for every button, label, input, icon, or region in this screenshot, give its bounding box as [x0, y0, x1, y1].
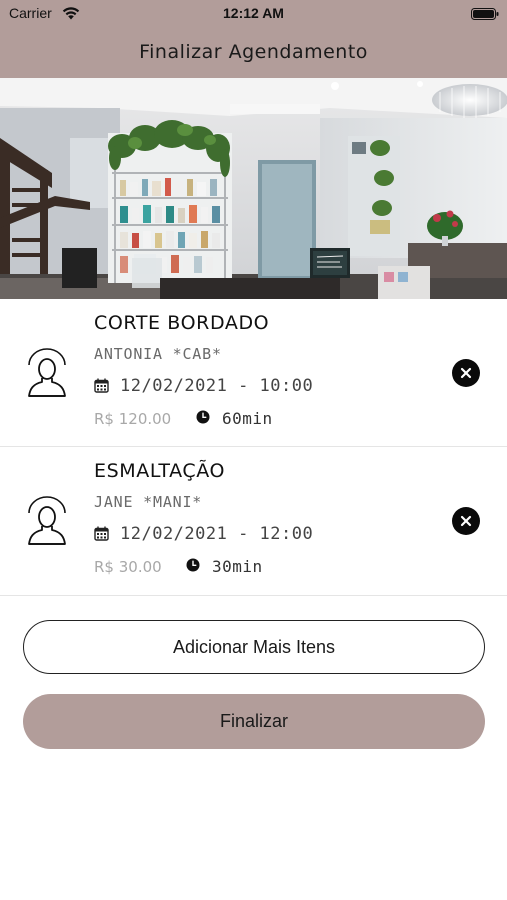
add-more-items-button[interactable]: Adicionar Mais Itens [23, 620, 485, 674]
list-item: CORTE BORDADO ANTONIA *CAB* 12/02/2021 -… [0, 299, 507, 447]
battery-icon [471, 8, 499, 20]
remove-item-button[interactable] [452, 359, 480, 387]
service-price: R$ 120.00 [94, 410, 172, 428]
finish-button[interactable]: Finalizar [23, 694, 485, 749]
service-name: ESMALTAÇÃO [94, 460, 226, 482]
status-time: 12:12 AM [223, 5, 284, 21]
service-duration: 60min [222, 409, 273, 428]
close-icon [460, 515, 472, 527]
calendar-icon [94, 526, 109, 541]
clock-icon [186, 558, 200, 572]
calendar-icon [94, 378, 109, 393]
service-price: R$ 30.00 [94, 558, 162, 576]
service-duration: 30min [212, 557, 263, 576]
professional-name: JANE *MANI* [94, 493, 203, 511]
status-bar: Carrier 12:12 AM [0, 0, 507, 28]
person-outline-icon [28, 348, 66, 397]
service-name: CORTE BORDADO [94, 312, 270, 334]
close-icon [460, 367, 472, 379]
appointment-datetime: 12/02/2021 - 12:00 [120, 524, 314, 544]
professional-name: ANTONIA *CAB* [94, 345, 222, 363]
page-title: Finalizar Agendamento [139, 41, 368, 63]
appointment-list: CORTE BORDADO ANTONIA *CAB* 12/02/2021 -… [0, 299, 507, 596]
clock-icon [196, 410, 210, 424]
remove-item-button[interactable] [452, 507, 480, 535]
appointment-datetime: 12/02/2021 - 10:00 [120, 376, 314, 396]
salon-hero-image [0, 78, 507, 299]
list-item: ESMALTAÇÃO JANE *MANI* 12/02/2021 - 12:0… [0, 447, 507, 596]
app-header: Carrier 12:12 AM Finalizar Agendamento [0, 0, 507, 78]
person-outline-icon [28, 496, 66, 545]
